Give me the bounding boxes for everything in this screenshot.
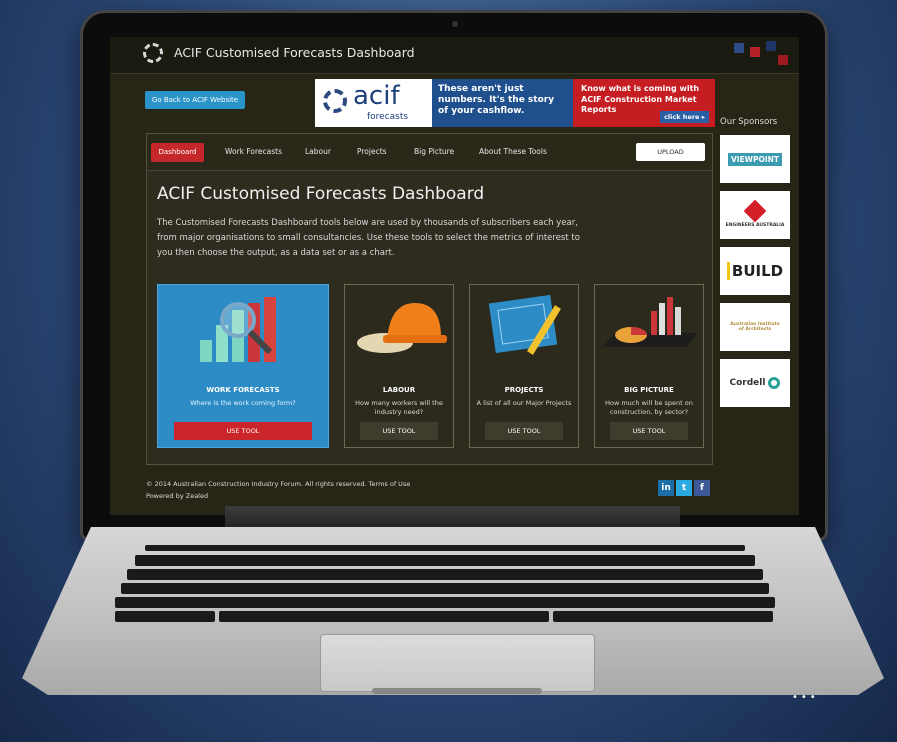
- key: [553, 611, 773, 622]
- key: [115, 611, 215, 622]
- linkedin-icon[interactable]: in: [658, 480, 674, 496]
- screen: ACIF Customised Forecasts Dashboard Go B…: [110, 37, 799, 515]
- laptop-lid: ACIF Customised Forecasts Dashboard Go B…: [83, 13, 825, 538]
- card-labour[interactable]: LABOUR How many workers will the industr…: [344, 284, 454, 448]
- banner-logo-sub: forecasts: [367, 112, 409, 122]
- keyboard: [115, 545, 795, 622]
- nav-about[interactable]: About These Tools: [479, 147, 547, 156]
- spacebar-key: [219, 611, 549, 622]
- sponsor-viewpoint-label: VIEWPOINT: [727, 152, 783, 166]
- decor-pixel: [766, 41, 776, 51]
- card-projects[interactable]: PROJECTS A list of all our Major Project…: [469, 284, 579, 448]
- sponsor-cordell[interactable]: Cordell: [720, 359, 790, 407]
- sponsor-engineers-label: ENGINEERS AUSTRALIA: [725, 222, 785, 228]
- facebook-icon[interactable]: f: [694, 480, 710, 496]
- dashboard-panel: Dashboard Work Forecasts Labour Projects…: [146, 133, 713, 465]
- keyboard-row: [127, 569, 763, 580]
- banner-middle: These aren't just numbers. It's the stor…: [432, 79, 573, 127]
- banner-logo-text: acif: [353, 81, 400, 111]
- sponsor-viewpoint[interactable]: VIEWPOINT: [720, 135, 790, 183]
- sponsor-build-label: BUILD: [726, 262, 783, 280]
- webcam: [452, 21, 458, 27]
- key: [115, 597, 775, 608]
- page-description: The Customised Forecasts Dashboard tools…: [157, 218, 580, 258]
- keyboard-row: [121, 583, 769, 594]
- banner-right: Know what is coming with ACIF Constructi…: [573, 79, 715, 127]
- sponsor-architects-label: Australian Institute of Architects: [730, 322, 780, 332]
- decor-pixel: [778, 55, 788, 65]
- decor-pixel: [734, 43, 744, 53]
- nav-work-forecasts[interactable]: Work Forecasts: [225, 147, 282, 156]
- nav-projects[interactable]: Projects: [357, 147, 387, 156]
- card-subtitle: A list of all our Major Projects: [476, 399, 572, 407]
- engineers-logo-icon: [743, 199, 767, 222]
- twitter-icon[interactable]: t: [676, 480, 692, 496]
- card-title: BIG PICTURE: [624, 386, 674, 394]
- lid-notch: [372, 688, 542, 694]
- key: [121, 583, 769, 594]
- tablet-chart-icon: [603, 297, 697, 347]
- sponsors-title: Our Sponsors: [720, 117, 778, 127]
- key: [145, 545, 745, 551]
- nav-big-picture[interactable]: Big Picture: [414, 147, 454, 156]
- use-tool-button[interactable]: USE TOOL: [360, 422, 438, 440]
- footer-copyright: © 2014 Australian Construction Industry …: [146, 480, 411, 488]
- footer-powered-by: Powered by Zealed: [146, 492, 209, 500]
- acif-ring-icon: [323, 89, 347, 113]
- card-title: WORK FORECASTS: [206, 386, 280, 394]
- acif-logo-icon: [143, 43, 163, 63]
- nav-labour[interactable]: Labour: [305, 147, 331, 156]
- status-lights: •••: [792, 692, 819, 703]
- card-title: LABOUR: [382, 386, 416, 394]
- decor-pixel: [750, 47, 760, 57]
- sponsor-cordell-label: Cordell: [729, 378, 766, 388]
- card-title: PROJECTS: [504, 386, 544, 394]
- sponsor-architects[interactable]: Australian Institute of Architects: [720, 303, 790, 351]
- card-subtitle: Where is the work coming form?: [190, 399, 296, 407]
- banner-right-text: Know what is coming with ACIF Constructi…: [581, 84, 700, 114]
- upload-button[interactable]: UPLOAD: [636, 143, 705, 161]
- promo-banner[interactable]: acif forecasts These aren't just numbers…: [315, 79, 715, 127]
- blueprint-icon: [488, 294, 561, 355]
- app-title: ACIF Customised Forecasts Dashboard: [174, 45, 415, 60]
- page-title: ACIF Customised Forecasts Dashboard: [157, 184, 485, 204]
- keyboard-row: [115, 611, 773, 622]
- banner-logo: acif forecasts: [315, 79, 432, 127]
- work-forecasts-chart-icon: [200, 297, 276, 362]
- use-tool-button[interactable]: USE TOOL: [485, 422, 563, 440]
- back-to-acif-button[interactable]: Go Back to ACIF Website: [145, 91, 245, 109]
- keyboard-row: [115, 597, 775, 608]
- key: [127, 569, 763, 580]
- keyboard-row: [135, 555, 755, 566]
- use-tool-button[interactable]: USE TOOL: [174, 422, 312, 440]
- trackpad: [320, 634, 595, 692]
- use-tool-button[interactable]: USE TOOL: [610, 422, 688, 440]
- card-big-picture[interactable]: BIG PICTURE How much will be spent on co…: [594, 284, 704, 448]
- cordell-logo-icon: [768, 377, 781, 389]
- main-nav: Dashboard Work Forecasts Labour Projects…: [147, 134, 712, 171]
- hardhat-icon: [357, 303, 447, 353]
- key: [135, 555, 755, 566]
- top-bar: ACIF Customised Forecasts Dashboard: [110, 37, 799, 74]
- card-work-forecasts[interactable]: WORK FORECASTS Where is the work coming …: [157, 284, 329, 448]
- click-here-button[interactable]: click here ▸: [660, 110, 709, 123]
- nav-dashboard[interactable]: Dashboard: [151, 143, 204, 162]
- sponsor-engineers[interactable]: ENGINEERS AUSTRALIA: [720, 191, 790, 239]
- sponsor-build[interactable]: BUILD: [720, 247, 790, 295]
- card-subtitle: How much will be spent on construction, …: [605, 399, 693, 416]
- card-subtitle: How many workers will the industry need?: [355, 399, 443, 416]
